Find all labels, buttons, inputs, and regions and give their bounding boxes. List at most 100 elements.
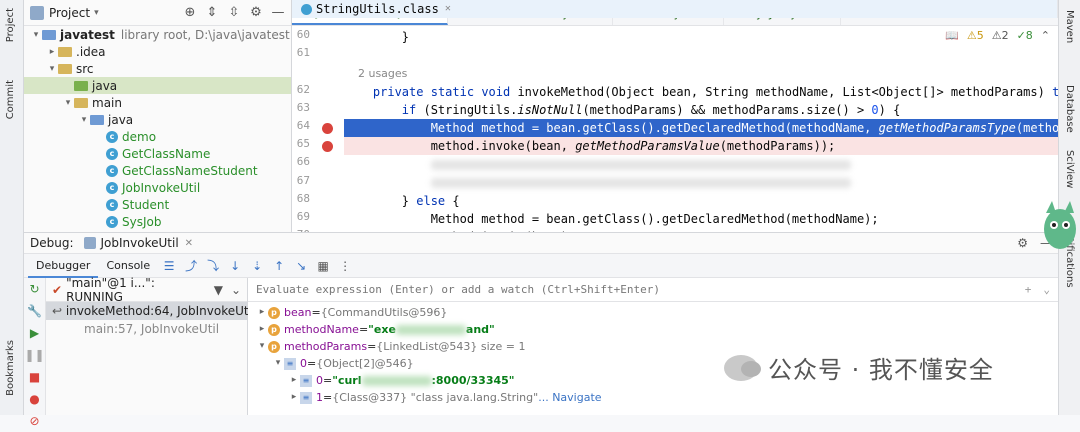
stop-icon[interactable]: ■ bbox=[24, 366, 45, 388]
chevron-right-icon[interactable]: ▸ bbox=[46, 47, 58, 57]
minimize-icon[interactable]: — bbox=[271, 5, 285, 20]
tab-console[interactable]: Console bbox=[98, 254, 158, 278]
chevron-down-icon[interactable]: ▾ bbox=[256, 338, 268, 355]
tree-item[interactable]: c GetClassName bbox=[24, 145, 291, 162]
crosshair-icon[interactable]: ⊕ bbox=[183, 5, 197, 20]
chevron-right-icon[interactable]: ▸ bbox=[256, 321, 268, 338]
code-line[interactable] bbox=[344, 46, 1058, 64]
tree-item[interactable]: java bbox=[24, 77, 291, 94]
thread-selector[interactable]: ✔ "main"@1 i...": RUNNING ▼ ⌄ bbox=[46, 276, 247, 304]
frame-row[interactable]: main:57, JobInvokeUtil bbox=[46, 320, 247, 338]
code-line[interactable]: Method method = bean.getClass().getDecla… bbox=[344, 119, 1058, 137]
chevron-down-icon[interactable]: ▾ bbox=[94, 8, 99, 18]
variable-name: 1 bbox=[316, 391, 323, 404]
variable-name: 0 bbox=[316, 374, 323, 387]
tree-item[interactable]: c JobInvokeUtil bbox=[24, 179, 291, 196]
folder-icon bbox=[58, 63, 72, 74]
menu-icon[interactable]: ☰ bbox=[158, 259, 180, 273]
line-number: 69 bbox=[296, 210, 310, 223]
tree-item[interactable]: ▾ src bbox=[24, 60, 291, 77]
code-line[interactable]: } bbox=[344, 28, 1058, 46]
view-breakpoints-icon[interactable]: ● bbox=[24, 388, 45, 410]
code-line[interactable]: private static void invokeMethod(Object … bbox=[344, 83, 1058, 101]
code-line[interactable]: method.invoke(bean, getMethodParamsValue… bbox=[344, 137, 1058, 156]
tree-item[interactable]: ▾ main bbox=[24, 94, 291, 111]
project-panel-title[interactable]: Project bbox=[49, 6, 90, 20]
tree-item[interactable]: c SysJob bbox=[24, 213, 291, 230]
folder-icon bbox=[74, 80, 88, 91]
evaluate-expression-input[interactable]: Evaluate expression (Enter) or add a wat… bbox=[248, 278, 1058, 302]
breakpoint-icon[interactable] bbox=[322, 141, 333, 153]
frame-row[interactable]: ↩ invokeMethod:64, JobInvokeUtil bbox=[46, 302, 255, 320]
step-out-icon[interactable]: ↑ bbox=[268, 259, 290, 273]
navigate-link[interactable]: ... Navigate bbox=[538, 389, 601, 406]
step-into-icon[interactable]: ↓ bbox=[224, 259, 246, 273]
chevron-down-icon[interactable]: ▾ bbox=[62, 98, 74, 108]
maven-tool-tab[interactable]: Maven bbox=[1064, 10, 1075, 43]
gear-icon[interactable]: ⚙ bbox=[249, 5, 263, 20]
code-line[interactable] bbox=[344, 155, 1058, 173]
debug-label: Debug: bbox=[30, 236, 74, 250]
breakpoint-icon[interactable] bbox=[322, 123, 333, 134]
run-config-icon bbox=[83, 237, 96, 249]
tree-item-label: java bbox=[108, 112, 134, 127]
watermark: 公众号 · 我不懂安全 bbox=[724, 350, 994, 385]
chevron-down-icon[interactable]: ⌄ bbox=[231, 283, 241, 297]
code-line[interactable]: if (StringUtils.isNotNull(methodParams) … bbox=[344, 101, 1058, 119]
chevron-down-icon[interactable]: ▾ bbox=[78, 115, 90, 125]
editor-gutter[interactable]: 6061626364656667686970 bbox=[292, 26, 344, 241]
code-line[interactable]: Method method = bean.getClass().getDecla… bbox=[344, 210, 1058, 228]
variable-row[interactable]: ▸ p bean = {CommandUtils@596} bbox=[248, 304, 1058, 321]
tree-item[interactable]: c GetClassNameStudent bbox=[24, 162, 291, 179]
variable-row[interactable]: ▸ p methodName = "exe and" bbox=[248, 321, 1058, 338]
variable-row[interactable]: ▸ ≡ 1 = {Class@337} "class java.lang.Strin… bbox=[248, 389, 1058, 406]
tree-item[interactable]: ▾ java bbox=[24, 111, 291, 128]
rerun-icon[interactable]: ↻ bbox=[24, 278, 45, 300]
code-area[interactable]: } 2 usages private static void invokeMet… bbox=[344, 26, 1058, 232]
run-to-cursor-icon[interactable]: ↘ bbox=[290, 259, 312, 273]
show-execution-point-icon[interactable]: ⤴ bbox=[180, 257, 202, 274]
tree-item[interactable]: c demo bbox=[24, 128, 291, 145]
more-icon[interactable]: ⋮ bbox=[334, 259, 356, 273]
chevron-down-icon[interactable]: ▾ bbox=[46, 64, 58, 74]
tree-item[interactable]: ▸ .idea bbox=[24, 43, 291, 60]
collapse-all-icon[interactable]: ⇳ bbox=[227, 5, 241, 20]
commit-tool-tab[interactable]: Commit bbox=[5, 80, 16, 119]
redacted-value bbox=[361, 375, 432, 386]
tree-item[interactable]: ▾ javatest library root, D:\java\javatest bbox=[24, 26, 291, 43]
chevron-right-icon[interactable]: ▸ bbox=[256, 304, 268, 321]
chevron-right-icon[interactable]: ▸ bbox=[288, 389, 300, 406]
code-line[interactable] bbox=[344, 174, 1058, 192]
resume-icon[interactable]: ▶ bbox=[24, 322, 45, 344]
gear-icon[interactable]: ⚙ bbox=[1017, 236, 1028, 250]
add-watch-icon[interactable]: + bbox=[1025, 283, 1032, 296]
force-step-into-icon[interactable]: ⇣ bbox=[246, 259, 268, 273]
database-tool-tab[interactable]: Database bbox=[1064, 85, 1075, 133]
evaluate-icon[interactable]: ▦ bbox=[312, 259, 334, 273]
debug-session-tab[interactable]: JobInvokeUtil bbox=[101, 236, 179, 250]
close-icon[interactable]: ✕ bbox=[445, 0, 451, 18]
sciview-tool-tab[interactable]: SciView bbox=[1064, 150, 1075, 188]
expand-all-icon[interactable]: ⇕ bbox=[205, 5, 219, 20]
code-line[interactable]: } else { bbox=[344, 192, 1058, 210]
check-icon: ✔ bbox=[52, 282, 63, 297]
filter-icon[interactable]: ▼ bbox=[214, 283, 223, 297]
chevron-down-icon[interactable]: ▾ bbox=[272, 355, 284, 372]
project-tool-tab[interactable]: Project bbox=[5, 8, 16, 42]
wrench-icon[interactable]: 🔧 bbox=[24, 300, 45, 322]
parameter-icon: p bbox=[268, 323, 280, 336]
chevron-down-icon[interactable]: ▾ bbox=[30, 30, 42, 40]
chevron-right-icon[interactable]: ▸ bbox=[288, 372, 300, 389]
chevron-down-icon[interactable]: ⌄ bbox=[1043, 283, 1050, 296]
tree-item[interactable]: c Student bbox=[24, 196, 291, 213]
variable-value: {CommandUtils@596} bbox=[320, 306, 448, 319]
close-icon[interactable]: ✕ bbox=[185, 238, 193, 249]
mute-breakpoints-icon[interactable]: ⊘ bbox=[24, 410, 45, 432]
code-line[interactable]: 2 usages bbox=[344, 64, 1058, 82]
step-over-icon[interactable]: ⤵ bbox=[202, 257, 224, 274]
bookmarks-tool-tab[interactable]: Bookmarks bbox=[5, 340, 16, 396]
tree-item-label: main bbox=[92, 95, 122, 110]
editor-tab[interactable]: StringUtils.class ✕ bbox=[292, 0, 1058, 18]
pause-icon[interactable]: ❚❚ bbox=[24, 344, 45, 366]
tab-debugger[interactable]: Debugger bbox=[28, 254, 99, 278]
